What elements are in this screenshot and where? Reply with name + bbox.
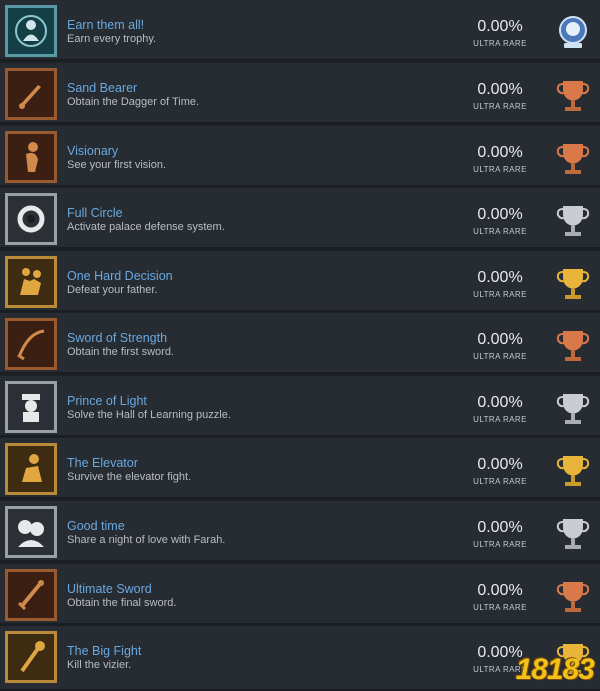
trophy-percent: 0.00% <box>477 331 523 348</box>
trophy-row[interactable]: The Big Fight Kill the vizier. 0.00% ULT… <box>0 626 600 691</box>
staff-icon <box>5 631 57 683</box>
crouch-icon <box>5 443 57 495</box>
trophy-rarity: ULTRA RARE <box>473 102 527 111</box>
trophy-rarity: ULTRA RARE <box>473 415 527 424</box>
couple-icon <box>5 506 57 558</box>
trophy-title[interactable]: The Elevator <box>67 456 138 470</box>
ring-icon <box>5 193 57 245</box>
trophy-percent: 0.00% <box>477 206 523 223</box>
trophy-percent: 0.00% <box>477 519 523 536</box>
bronze-trophy-icon <box>553 576 593 616</box>
trophy-percent: 0.00% <box>477 81 523 98</box>
trophy-title[interactable]: Good time <box>67 519 125 533</box>
gold-trophy-icon <box>553 263 593 303</box>
trophy-description: Obtain the final sword. <box>67 597 177 609</box>
trophy-percent: 0.00% <box>477 394 523 411</box>
trophy-rarity: ULTRA RARE <box>473 477 527 486</box>
trophy-rarity: ULTRA RARE <box>473 290 527 299</box>
trophy-title[interactable]: One Hard Decision <box>67 269 173 283</box>
bronze-trophy-icon <box>553 138 593 178</box>
dagger-icon <box>5 68 57 120</box>
trophy-description: Survive the elevator fight. <box>67 471 192 483</box>
silver-trophy-icon <box>553 200 593 240</box>
gold-trophy-icon <box>553 450 593 490</box>
trophy-description: Kill the vizier. <box>67 659 132 671</box>
trophy-rarity: ULTRA RARE <box>473 227 527 236</box>
trophy-rarity: ULTRA RARE <box>473 39 527 48</box>
trophy-rarity: ULTRA RARE <box>473 603 527 612</box>
trophy-title[interactable]: The Big Fight <box>67 644 141 658</box>
trophy-row[interactable]: One Hard Decision Defeat your father. 0.… <box>0 251 600 312</box>
trophy-list: Earn them all! Earn every trophy. 0.00% … <box>0 0 600 691</box>
trophy-description: Defeat your father. <box>67 284 158 296</box>
silver-trophy-icon <box>553 513 593 553</box>
trophy-description: Solve the Hall of Learning puzzle. <box>67 409 231 421</box>
trophy-row[interactable]: Visionary See your first vision. 0.00% U… <box>0 126 600 187</box>
trophy-percent: 0.00% <box>477 18 523 35</box>
trophy-row[interactable]: Sand Bearer Obtain the Dagger of Time. 0… <box>0 63 600 124</box>
trophy-description: Earn every trophy. <box>67 33 157 45</box>
trophy-title[interactable]: Prince of Light <box>67 394 147 408</box>
trophy-title[interactable]: Full Circle <box>67 206 123 220</box>
bronze-trophy-icon <box>553 75 593 115</box>
trophy-row[interactable]: Prince of Light Solve the Hall of Learni… <box>0 376 600 437</box>
trophy-title[interactable]: Visionary <box>67 144 118 158</box>
trophy-title[interactable]: Ultimate Sword <box>67 582 152 596</box>
trophy-description: Activate palace defense system. <box>67 221 225 233</box>
sword-icon <box>5 318 57 370</box>
trophy-rarity: ULTRA RARE <box>473 165 527 174</box>
trophy-row[interactable]: The Elevator Survive the elevator fight.… <box>0 438 600 499</box>
platinum-trophy-icon <box>553 12 593 52</box>
statue-icon <box>5 381 57 433</box>
trophy-row[interactable]: Good time Share a night of love with Far… <box>0 501 600 562</box>
trophy-row[interactable]: Ultimate Sword Obtain the final sword. 0… <box>0 564 600 625</box>
medal-icon <box>5 5 57 57</box>
trophy-title[interactable]: Sand Bearer <box>67 81 137 95</box>
figure-icon <box>5 131 57 183</box>
trophy-description: Obtain the first sword. <box>67 346 174 358</box>
trophy-row[interactable]: Earn them all! Earn every trophy. 0.00% … <box>0 0 600 61</box>
trophy-description: See your first vision. <box>67 159 167 171</box>
trophy-row[interactable]: Sword of Strength Obtain the first sword… <box>0 313 600 374</box>
trophy-description: Obtain the Dagger of Time. <box>67 96 200 108</box>
trophy-rarity: ULTRA RARE <box>473 352 527 361</box>
trophy-title[interactable]: Earn them all! <box>67 18 144 32</box>
trophy-percent: 0.00% <box>477 269 523 286</box>
trophy-row[interactable]: Full Circle Activate palace defense syst… <box>0 188 600 249</box>
trophy-rarity: ULTRA RARE <box>473 540 527 549</box>
trophy-percent: 0.00% <box>477 582 523 599</box>
trophy-percent: 0.00% <box>477 144 523 161</box>
watermark-logo: 18183 <box>515 653 595 686</box>
fight-icon <box>5 256 57 308</box>
silver-trophy-icon <box>553 388 593 428</box>
trophy-description: Share a night of love with Farah. <box>67 534 226 546</box>
sword-icon <box>5 569 57 621</box>
trophy-title[interactable]: Sword of Strength <box>67 331 167 345</box>
trophy-percent: 0.00% <box>477 456 523 473</box>
bronze-trophy-icon <box>553 325 593 365</box>
